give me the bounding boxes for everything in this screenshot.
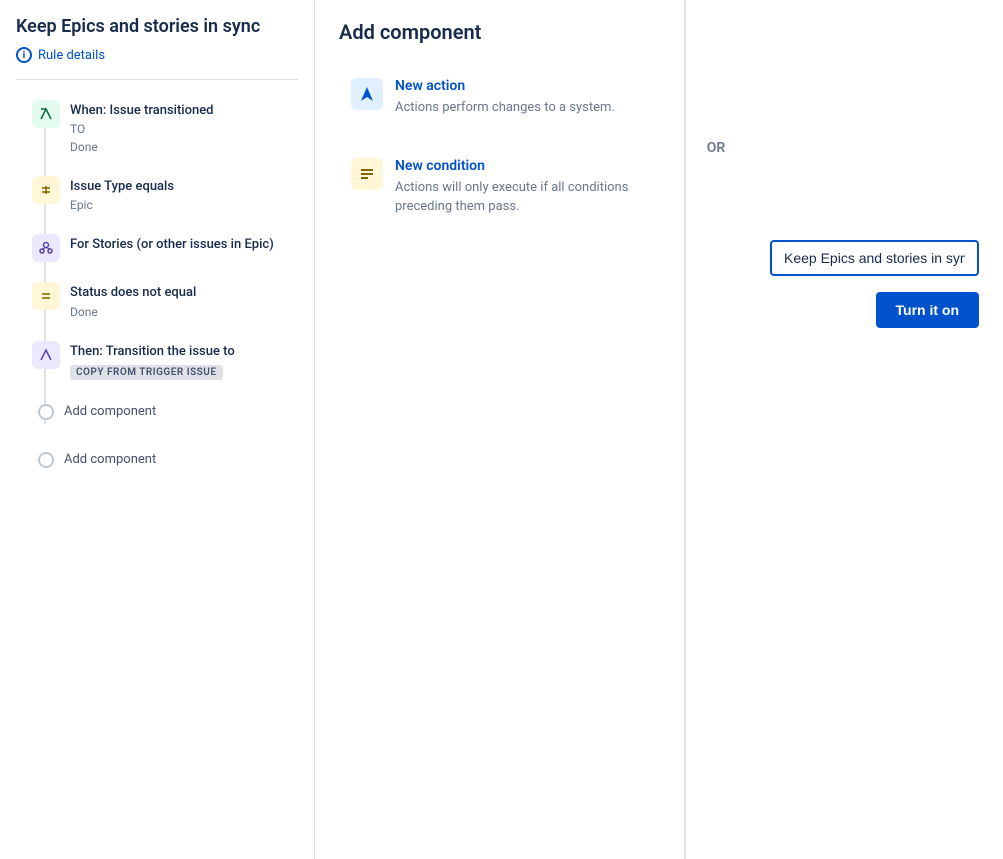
- new-action-title: New action: [395, 78, 615, 94]
- new-action-icon: [351, 78, 383, 110]
- issue-type-label: Issue Type equals: [70, 178, 174, 196]
- timeline: When: Issue transitioned TO Done Issue T…: [16, 100, 314, 424]
- issue-type-sub1: Epic: [70, 196, 174, 214]
- add-component-heading: Add component: [339, 20, 660, 44]
- then-label: Then: Transition the issue to: [70, 343, 235, 361]
- for-stories-icon: [32, 234, 60, 262]
- add-component-inner-label: Add component: [64, 404, 156, 419]
- new-condition-desc: Actions will only execute if all conditi…: [395, 178, 648, 217]
- status-icon: [32, 282, 60, 310]
- new-condition-icon: [351, 158, 383, 190]
- for-stories-content: For Stories (or other issues in Epic): [70, 234, 274, 254]
- new-condition-content: New condition Actions will only execute …: [395, 158, 648, 217]
- new-action-desc: Actions perform changes to a system.: [395, 98, 615, 118]
- then-badge: COPY FROM TRIGGER ISSUE: [70, 365, 223, 380]
- add-component-outer-label: Add component: [64, 452, 156, 467]
- right-panel: Turn it on: [746, 0, 1003, 859]
- turn-on-button[interactable]: Turn it on: [876, 292, 980, 328]
- rule-details-link[interactable]: i Rule details: [16, 47, 314, 63]
- timeline-item-when[interactable]: When: Issue transitioned TO Done: [32, 100, 314, 156]
- when-sub1: TO: [70, 120, 214, 138]
- rule-name-input[interactable]: [770, 240, 979, 276]
- then-icon: [32, 341, 60, 369]
- new-action-card[interactable]: New action Actions perform changes to a …: [339, 64, 660, 132]
- timeline-item-status[interactable]: Status does not equal Done: [32, 282, 314, 320]
- add-component-outer[interactable]: Add component: [32, 448, 314, 472]
- status-sub1: Done: [70, 303, 196, 321]
- when-label: When: Issue transitioned: [70, 102, 214, 120]
- timeline-item-then[interactable]: Then: Transition the issue to COPY FROM …: [32, 341, 314, 380]
- add-component-inner-circle: [38, 404, 54, 420]
- panel-divider: [16, 79, 298, 80]
- left-panel: Keep Epics and stories in sync i Rule de…: [0, 0, 315, 859]
- rule-details-icon: i: [16, 47, 32, 63]
- rule-details-label: Rule details: [38, 48, 105, 63]
- when-content: When: Issue transitioned TO Done: [70, 100, 214, 156]
- status-label: Status does not equal: [70, 284, 196, 302]
- or-label: OR: [707, 140, 726, 156]
- when-icon: [32, 100, 60, 128]
- rule-title: Keep Epics and stories in sync: [16, 16, 314, 37]
- timeline-item-for-stories[interactable]: For Stories (or other issues in Epic): [32, 234, 314, 262]
- then-content: Then: Transition the issue to COPY FROM …: [70, 341, 235, 380]
- new-condition-card[interactable]: New condition Actions will only execute …: [339, 144, 660, 231]
- timeline-item-issue-type[interactable]: Issue Type equals Epic: [32, 176, 314, 214]
- issue-type-icon: [32, 176, 60, 204]
- add-component-inner[interactable]: Add component: [32, 400, 314, 424]
- for-stories-label: For Stories (or other issues in Epic): [70, 236, 274, 254]
- middle-panel: Add component New action Actions perform…: [315, 0, 685, 859]
- add-component-outer-circle: [38, 452, 54, 468]
- when-sub2: Done: [70, 138, 214, 156]
- right-content: Turn it on: [770, 20, 979, 328]
- new-action-content: New action Actions perform changes to a …: [395, 78, 615, 118]
- issue-type-content: Issue Type equals Epic: [70, 176, 174, 214]
- or-section: OR: [686, 0, 746, 859]
- status-content: Status does not equal Done: [70, 282, 196, 320]
- new-condition-title: New condition: [395, 158, 648, 174]
